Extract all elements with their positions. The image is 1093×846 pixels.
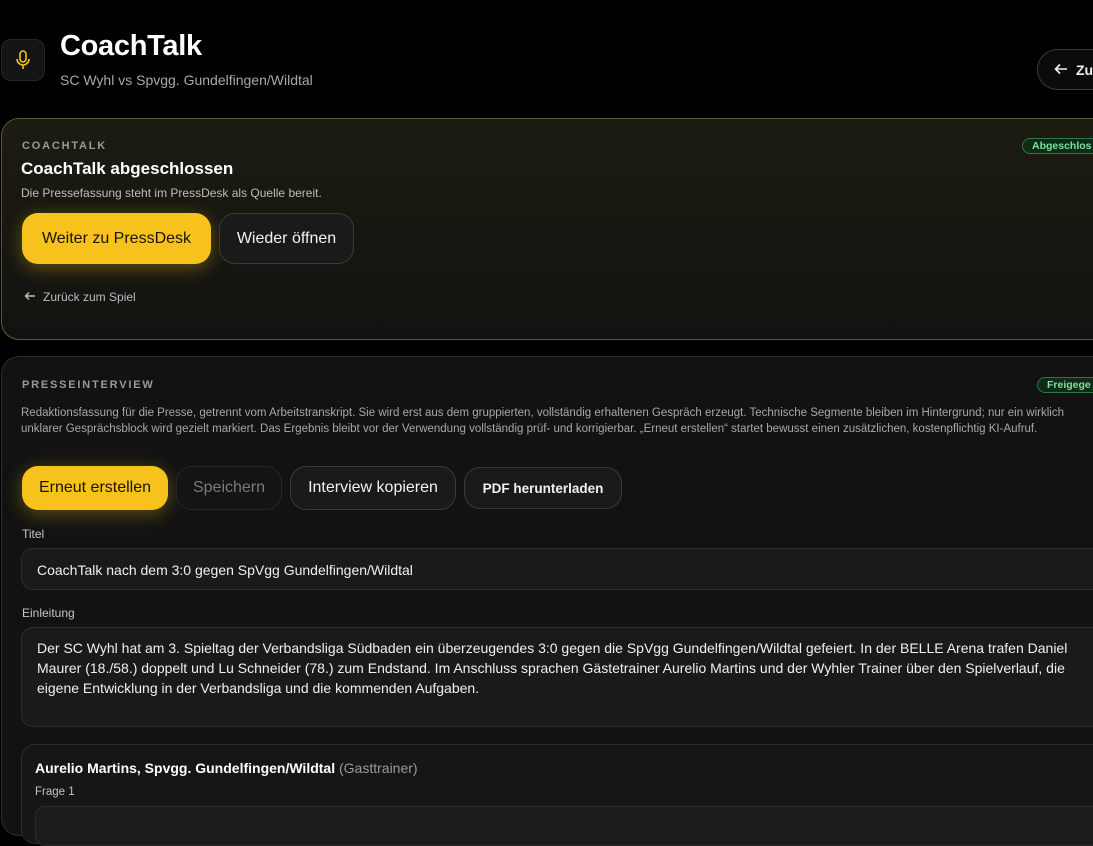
back-to-game-label: Zurück zum Spiel bbox=[43, 290, 136, 304]
speaker-name: Aurelio Martins, Spvgg. Gundelfingen/Wil… bbox=[35, 760, 336, 776]
intro-label: Einleitung bbox=[22, 606, 75, 620]
question-input[interactable] bbox=[35, 806, 1093, 846]
intro-textarea[interactable]: Der SC Wyhl hat am 3. Spieltag der Verba… bbox=[21, 627, 1093, 727]
status-heading: CoachTalk abgeschlossen bbox=[21, 159, 234, 178]
status-description: Die Pressefassung steht im PressDesk als… bbox=[21, 186, 322, 200]
status-badge: Abgeschlos bbox=[1022, 138, 1093, 154]
interview-description: Redaktionsfassung für die Presse, getren… bbox=[21, 407, 1064, 435]
back-to-game-link[interactable]: Zurück zum Spiel bbox=[24, 290, 136, 304]
title-label: Titel bbox=[22, 527, 45, 541]
match-subtitle: SC Wyhl vs Spvgg. Gundelfingen/Wildtal bbox=[60, 72, 313, 88]
microphone-icon bbox=[1, 39, 45, 81]
speaker-role: (Gasttrainer) bbox=[339, 760, 418, 776]
interview-eyebrow: PRESSEINTERVIEW bbox=[22, 379, 155, 391]
back-button-label: Zu bbox=[1076, 61, 1093, 78]
reopen-button[interactable]: Wieder öffnen bbox=[219, 213, 354, 264]
title-input[interactable]: CoachTalk nach dem 3:0 gegen SpVgg Gunde… bbox=[21, 548, 1093, 590]
pressdesk-button[interactable]: Weiter zu PressDesk bbox=[22, 213, 211, 264]
qa-block: Aurelio Martins, Spvgg. Gundelfingen/Wil… bbox=[21, 744, 1093, 846]
pdf-download-button[interactable]: PDF herunterladen bbox=[464, 467, 622, 509]
question-label: Frage 1 bbox=[35, 786, 75, 798]
app-header: CoachTalk SC Wyhl vs Spvgg. Gundelfingen… bbox=[0, 0, 1093, 110]
arrow-left-icon bbox=[24, 290, 36, 304]
arrow-left-icon bbox=[1054, 62, 1068, 78]
save-button[interactable]: Speichern bbox=[176, 466, 282, 510]
copy-interview-button[interactable]: Interview kopieren bbox=[290, 466, 456, 510]
approved-badge: Freigege bbox=[1037, 377, 1093, 393]
qa-speaker: Aurelio Martins, Spvgg. Gundelfingen/Wil… bbox=[35, 760, 418, 776]
status-eyebrow: COACHTALK bbox=[22, 140, 108, 152]
page-title: CoachTalk bbox=[60, 30, 202, 62]
back-button[interactable]: Zu bbox=[1037, 49, 1093, 90]
regenerate-button[interactable]: Erneut erstellen bbox=[22, 466, 168, 510]
